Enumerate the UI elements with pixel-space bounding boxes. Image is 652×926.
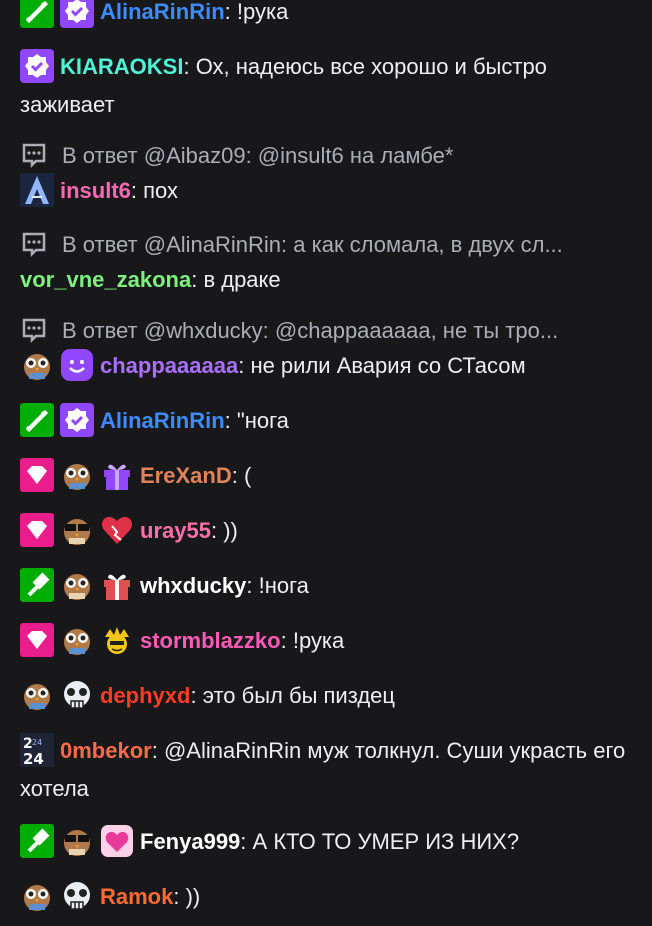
chat-message: stormblazzko: !рука xyxy=(20,622,635,660)
chat-username[interactable]: vor_vne_zakona xyxy=(20,267,191,292)
chat-colon: : xyxy=(240,829,253,854)
chat-text: !рука xyxy=(236,0,289,24)
reply-text: В ответ @AlinaRinRin: а как сломала, в д… xyxy=(62,232,563,257)
crown-face-icon[interactable] xyxy=(100,623,134,657)
chat-message: AlinaRinRin: !рука xyxy=(20,0,635,31)
chat-text: А КТО ТО УМЕР ИЗ НИХ? xyxy=(252,829,520,854)
chat-username[interactable]: insult6 xyxy=(60,178,131,203)
reply-text: В ответ @Aibaz09: @insult6 на ламбе* xyxy=(62,143,454,168)
moderator-sword-icon[interactable] xyxy=(20,403,54,438)
reply-bubble-icon xyxy=(20,316,48,344)
owl-sub-icon[interactable] xyxy=(20,348,54,382)
chat-colon: : xyxy=(191,267,204,292)
calendar-24-icon[interactable]: 2 24 24 xyxy=(20,733,54,768)
verified-check-icon[interactable] xyxy=(20,49,54,84)
chat-colon: : xyxy=(130,178,144,203)
chat-colon: : xyxy=(231,463,244,488)
skull-face-icon[interactable] xyxy=(60,678,94,712)
skull-face-icon[interactable] xyxy=(60,879,94,913)
heart-icon[interactable] xyxy=(100,513,134,547)
chat-username[interactable]: Fenya999 xyxy=(140,829,240,854)
chat-text: )) xyxy=(223,518,238,543)
chat-colon: : xyxy=(151,738,164,763)
chat-colon: : xyxy=(280,628,293,653)
chat-message: EreXanD: ( xyxy=(20,457,635,495)
chat-message: insult6: пох xyxy=(20,172,635,210)
chat-username[interactable]: KIARAOKSI xyxy=(60,54,183,79)
reply-context[interactable]: В ответ @whxducky: @chappaaaaaa, не ты т… xyxy=(20,316,632,346)
chat-username[interactable]: AlinaRinRin xyxy=(100,0,225,24)
mountain-avatar-icon[interactable] xyxy=(20,173,54,208)
chat-colon: : xyxy=(190,683,203,708)
chat-message: chappaaaaaa: не рили Авария со СТасом xyxy=(20,347,635,385)
chat-message: vor_vne_zakona: в драке xyxy=(20,261,635,299)
chat-username[interactable]: dephyxd xyxy=(100,683,190,708)
vip-diamond-icon[interactable] xyxy=(20,513,54,548)
chat-text: пох xyxy=(143,178,179,203)
owl-glasses-icon[interactable] xyxy=(60,513,94,547)
chat-message: Fenya999: А КТО ТО УМЕР ИЗ НИХ? xyxy=(20,823,635,861)
chat-message: dephyxd: это был бы пиздец xyxy=(20,677,635,715)
chat-colon: : xyxy=(183,54,196,79)
chat-text: !рука xyxy=(292,628,345,653)
vip-diamond-icon[interactable] xyxy=(20,623,54,658)
moderator-sword-icon[interactable] xyxy=(20,0,54,29)
chat-username[interactable]: EreXanD xyxy=(140,463,232,488)
chat-text: в драке xyxy=(203,267,281,292)
chat-colon: : xyxy=(173,884,186,909)
owl-sub-icon[interactable] xyxy=(60,568,94,602)
chat-message: Ramok: )) xyxy=(20,878,635,916)
reply-context[interactable]: В ответ @Aibaz09: @insult6 на ламбе* xyxy=(20,141,632,171)
verified-check-icon[interactable] xyxy=(60,403,94,438)
moderator-hammer-icon[interactable] xyxy=(20,824,54,859)
reply-bubble-icon xyxy=(20,230,48,258)
chat-colon: : xyxy=(210,518,224,543)
chat-username[interactable]: whxducky xyxy=(140,573,246,598)
owl-sub-icon[interactable] xyxy=(60,623,94,657)
chat-colon: : xyxy=(224,0,237,24)
chat-username[interactable]: chappaaaaaa xyxy=(100,353,238,378)
vip-diamond-icon[interactable] xyxy=(20,458,54,493)
chat-text: !нога xyxy=(258,573,309,598)
chat-message: AlinaRinRin: "нога xyxy=(20,402,635,440)
pink-heart-icon[interactable] xyxy=(100,824,134,858)
sub-gift-icon[interactable] xyxy=(100,458,134,492)
red-gift-icon[interactable] xyxy=(100,568,134,602)
purple-smile-icon[interactable] xyxy=(60,348,94,382)
chat-message: whxducky: !нога xyxy=(20,567,635,605)
reply-context[interactable]: В ответ @AlinaRinRin: а как сломала, в д… xyxy=(20,230,632,260)
chat-text: не рили Авария со СТасом xyxy=(250,353,526,378)
chat-text: это был бы пиздец xyxy=(202,683,395,708)
chat-username[interactable]: AlinaRinRin xyxy=(100,408,225,433)
verified-check-icon[interactable] xyxy=(60,0,94,29)
chat-colon: : xyxy=(246,573,259,598)
chat-username[interactable]: Ramok xyxy=(100,884,173,909)
owl-sub-icon[interactable] xyxy=(20,879,54,913)
moderator-hammer-icon[interactable] xyxy=(20,568,54,603)
chat-message: uray55: )) xyxy=(20,512,635,550)
reply-text: В ответ @whxducky: @chappaaaaaa, не ты т… xyxy=(62,318,559,343)
reply-bubble-icon xyxy=(20,141,48,169)
chat-username[interactable]: stormblazzko xyxy=(140,628,281,653)
owl-sub-icon[interactable] xyxy=(60,458,94,492)
chat-colon: : xyxy=(224,408,237,433)
owl-glasses-icon[interactable] xyxy=(60,824,94,858)
chat-text: ( xyxy=(243,463,252,488)
chat-username[interactable]: uray55 xyxy=(140,518,211,543)
svg-text:24: 24 xyxy=(32,738,42,747)
svg-text:24: 24 xyxy=(23,750,44,767)
chat-text: )) xyxy=(185,884,201,909)
chat-panel: AlinaRinRin: !рука KIARAOKSI: Ох, надеюс… xyxy=(0,0,652,926)
chat-text: "нога xyxy=(236,408,289,433)
chat-username[interactable]: 0mbekor xyxy=(60,738,152,763)
owl-sub-icon[interactable] xyxy=(20,678,54,712)
chat-message: 2 24 24 0mbekor: @AlinaRinRin муж толкнул. … xyxy=(20,732,635,808)
chat-colon: : xyxy=(238,353,251,378)
chat-message: KIARAOKSI: Ох, надеюсь все хорошо и быст… xyxy=(20,48,635,124)
